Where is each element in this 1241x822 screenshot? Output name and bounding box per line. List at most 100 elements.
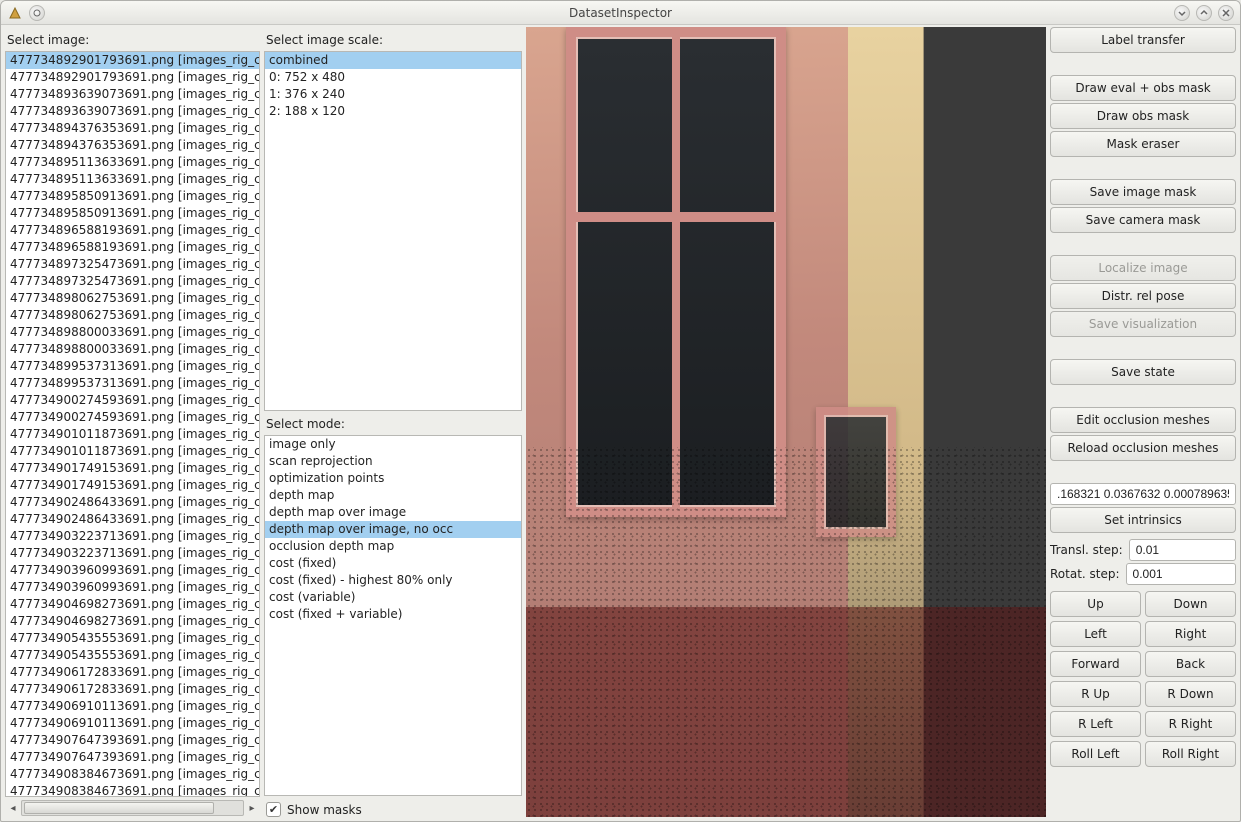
image-list-item[interactable]: 477734896588193691.png [images_rig_cam4] bbox=[6, 222, 259, 239]
image-list-item[interactable]: 477734900274593691.png [images_rig_cam4] bbox=[6, 392, 259, 409]
window-menu-button[interactable] bbox=[29, 5, 45, 21]
image-list-item[interactable]: 477734894376353691.png [images_rig_cam4] bbox=[6, 120, 259, 137]
nav-r-down-button[interactable]: R Down bbox=[1145, 681, 1236, 707]
nav-r-right-button[interactable]: R Right bbox=[1145, 711, 1236, 737]
image-list-item[interactable]: 477734903223713691.png [images_rig_cam4] bbox=[6, 528, 259, 545]
image-list-item[interactable]: 477734900274593691.png [images_rig_cam5] bbox=[6, 409, 259, 426]
intrinsics-input[interactable] bbox=[1050, 483, 1236, 505]
save-visualization-button: Save visualization bbox=[1050, 311, 1236, 337]
draw-obs-mask-button[interactable]: Draw obs mask bbox=[1050, 103, 1236, 129]
image-list-item[interactable]: 477734895850913691.png [images_rig_cam4] bbox=[6, 188, 259, 205]
image-list-hscroll[interactable]: ◂ ▸ bbox=[5, 799, 260, 817]
image-list-item[interactable]: 477734902486433691.png [images_rig_cam4] bbox=[6, 494, 259, 511]
image-list-item[interactable]: 477734906172833691.png [images_rig_cam4] bbox=[6, 664, 259, 681]
edit-occlusion-meshes-button[interactable]: Edit occlusion meshes bbox=[1050, 407, 1236, 433]
image-list-item[interactable]: 477734892901793691.png [images_rig_cam5] bbox=[6, 69, 259, 86]
image-list-item[interactable]: 477734898062753691.png [images_rig_cam4] bbox=[6, 290, 259, 307]
mode-list-item[interactable]: depth map over image, no occ bbox=[265, 521, 521, 538]
image-list-item[interactable]: 477734908384673691.png [images_rig_cam4] bbox=[6, 766, 259, 783]
image-list-item[interactable]: 477734907647393691.png [images_rig_cam4] bbox=[6, 732, 259, 749]
scale-list-item[interactable]: 0: 752 x 480 bbox=[265, 69, 521, 86]
image-list-item[interactable]: 477734893639073691.png [images_rig_cam4] bbox=[6, 86, 259, 103]
show-masks-checkbox[interactable]: ✔ bbox=[266, 802, 281, 817]
label-transfer-button[interactable]: Label transfer bbox=[1050, 27, 1236, 53]
image-list-item[interactable]: 477734901749153691.png [images_rig_cam4] bbox=[6, 460, 259, 477]
nav-right-button[interactable]: Right bbox=[1145, 621, 1236, 647]
rotat-step-input[interactable] bbox=[1126, 563, 1236, 585]
image-list-item[interactable]: 477734893639073691.png [images_rig_cam5] bbox=[6, 103, 259, 120]
nav-down-button[interactable]: Down bbox=[1145, 591, 1236, 617]
image-list-item[interactable]: 477734901749153691.png [images_rig_cam5] bbox=[6, 477, 259, 494]
draw-eval-obs-mask-button[interactable]: Draw eval + obs mask bbox=[1050, 75, 1236, 101]
mode-list-item[interactable]: cost (fixed + variable) bbox=[265, 606, 521, 623]
image-list-item[interactable]: 477734896588193691.png [images_rig_cam5] bbox=[6, 239, 259, 256]
mode-list-item[interactable]: optimization points bbox=[265, 470, 521, 487]
image-list-item[interactable]: 477734898800033691.png [images_rig_cam5] bbox=[6, 341, 259, 358]
close-button[interactable] bbox=[1218, 5, 1234, 21]
image-list-item[interactable]: 477734903960993691.png [images_rig_cam4] bbox=[6, 562, 259, 579]
save-image-mask-button[interactable]: Save image mask bbox=[1050, 179, 1236, 205]
transl-step-input[interactable] bbox=[1129, 539, 1236, 561]
reload-occlusion-meshes-button[interactable]: Reload occlusion meshes bbox=[1050, 435, 1236, 461]
set-intrinsics-button[interactable]: Set intrinsics bbox=[1050, 507, 1236, 533]
mask-eraser-button[interactable]: Mask eraser bbox=[1050, 131, 1236, 157]
image-list-item[interactable]: 477734903960993691.png [images_rig_cam5] bbox=[6, 579, 259, 596]
nav-r-up-button[interactable]: R Up bbox=[1050, 681, 1141, 707]
image-list-item[interactable]: 477734906172833691.png [images_rig_cam5] bbox=[6, 681, 259, 698]
mode-list-item[interactable]: cost (fixed) - highest 80% only bbox=[265, 572, 521, 589]
image-list-item[interactable]: 477734897325473691.png [images_rig_cam4] bbox=[6, 256, 259, 273]
mode-list-item[interactable]: occlusion depth map bbox=[265, 538, 521, 555]
image-list-item[interactable]: 477734895113633691.png [images_rig_cam5] bbox=[6, 171, 259, 188]
image-list-item[interactable]: 477734892901793691.png [images_rig_cam4] bbox=[6, 52, 259, 69]
image-list-item[interactable]: 477734903223713691.png [images_rig_cam5] bbox=[6, 545, 259, 562]
image-list-item[interactable]: 477734905435553691.png [images_rig_cam5] bbox=[6, 647, 259, 664]
image-list-item[interactable]: 477734899537313691.png [images_rig_cam4] bbox=[6, 358, 259, 375]
nav-roll-left-button[interactable]: Roll Left bbox=[1050, 741, 1141, 767]
app-icon bbox=[7, 5, 23, 21]
image-list-item[interactable]: 477734895113633691.png [images_rig_cam4] bbox=[6, 154, 259, 171]
image-list-item[interactable]: 477734901011873691.png [images_rig_cam5] bbox=[6, 443, 259, 460]
nav-roll-right-button[interactable]: Roll Right bbox=[1145, 741, 1236, 767]
save-state-button[interactable]: Save state bbox=[1050, 359, 1236, 385]
save-camera-mask-button[interactable]: Save camera mask bbox=[1050, 207, 1236, 233]
scale-list-item[interactable]: combined bbox=[265, 52, 521, 69]
image-list-item[interactable]: 477734902486433691.png [images_rig_cam5] bbox=[6, 511, 259, 528]
mode-list-item[interactable]: scan reprojection bbox=[265, 453, 521, 470]
nav-r-left-button[interactable]: R Left bbox=[1050, 711, 1141, 737]
scroll-left-icon[interactable]: ◂ bbox=[5, 800, 21, 816]
scale-list-item[interactable]: 1: 376 x 240 bbox=[265, 86, 521, 103]
image-list-item[interactable]: 477734905435553691.png [images_rig_cam4] bbox=[6, 630, 259, 647]
image-list-item[interactable]: 477734901011873691.png [images_rig_cam4] bbox=[6, 426, 259, 443]
image-list-item[interactable]: 477734904698273691.png [images_rig_cam4] bbox=[6, 596, 259, 613]
image-list-item[interactable]: 477734904698273691.png [images_rig_cam5] bbox=[6, 613, 259, 630]
image-list-item[interactable]: 477734895850913691.png [images_rig_cam5] bbox=[6, 205, 259, 222]
image-list-item[interactable]: 477734898062753691.png [images_rig_cam5] bbox=[6, 307, 259, 324]
image-list-item[interactable]: 477734894376353691.png [images_rig_cam5] bbox=[6, 137, 259, 154]
image-list[interactable]: 477734892901793691.png [images_rig_cam4]… bbox=[5, 51, 260, 797]
nav-forward-button[interactable]: Forward bbox=[1050, 651, 1141, 677]
mode-list-item[interactable]: cost (variable) bbox=[265, 589, 521, 606]
mode-list-item[interactable]: depth map over image bbox=[265, 504, 521, 521]
select-image-label: Select image: bbox=[5, 27, 260, 51]
mode-list-item[interactable]: image only bbox=[265, 436, 521, 453]
image-list-item[interactable]: 477734908384673691.png [images_rig_cam5] bbox=[6, 783, 259, 797]
scale-list-item[interactable]: 2: 188 x 120 bbox=[265, 103, 521, 120]
nav-up-button[interactable]: Up bbox=[1050, 591, 1141, 617]
distr-rel-pose-button[interactable]: Distr. rel pose bbox=[1050, 283, 1236, 309]
image-list-item[interactable]: 477734907647393691.png [images_rig_cam5] bbox=[6, 749, 259, 766]
scale-list[interactable]: combined0: 752 x 4801: 376 x 2402: 188 x… bbox=[264, 51, 522, 411]
nav-back-button[interactable]: Back bbox=[1145, 651, 1236, 677]
scroll-right-icon[interactable]: ▸ bbox=[244, 800, 260, 816]
mode-list-item[interactable]: cost (fixed) bbox=[265, 555, 521, 572]
maximize-button[interactable] bbox=[1196, 5, 1212, 21]
nav-left-button[interactable]: Left bbox=[1050, 621, 1141, 647]
mode-list-item[interactable]: depth map bbox=[265, 487, 521, 504]
image-list-item[interactable]: 477734898800033691.png [images_rig_cam4] bbox=[6, 324, 259, 341]
image-list-item[interactable]: 477734899537313691.png [images_rig_cam5] bbox=[6, 375, 259, 392]
image-list-item[interactable]: 477734897325473691.png [images_rig_cam5] bbox=[6, 273, 259, 290]
image-viewport[interactable] bbox=[526, 27, 1046, 817]
mode-list[interactable]: image onlyscan reprojectionoptimization … bbox=[264, 435, 522, 796]
image-list-item[interactable]: 477734906910113691.png [images_rig_cam5] bbox=[6, 715, 259, 732]
minimize-button[interactable] bbox=[1174, 5, 1190, 21]
image-list-item[interactable]: 477734906910113691.png [images_rig_cam4] bbox=[6, 698, 259, 715]
